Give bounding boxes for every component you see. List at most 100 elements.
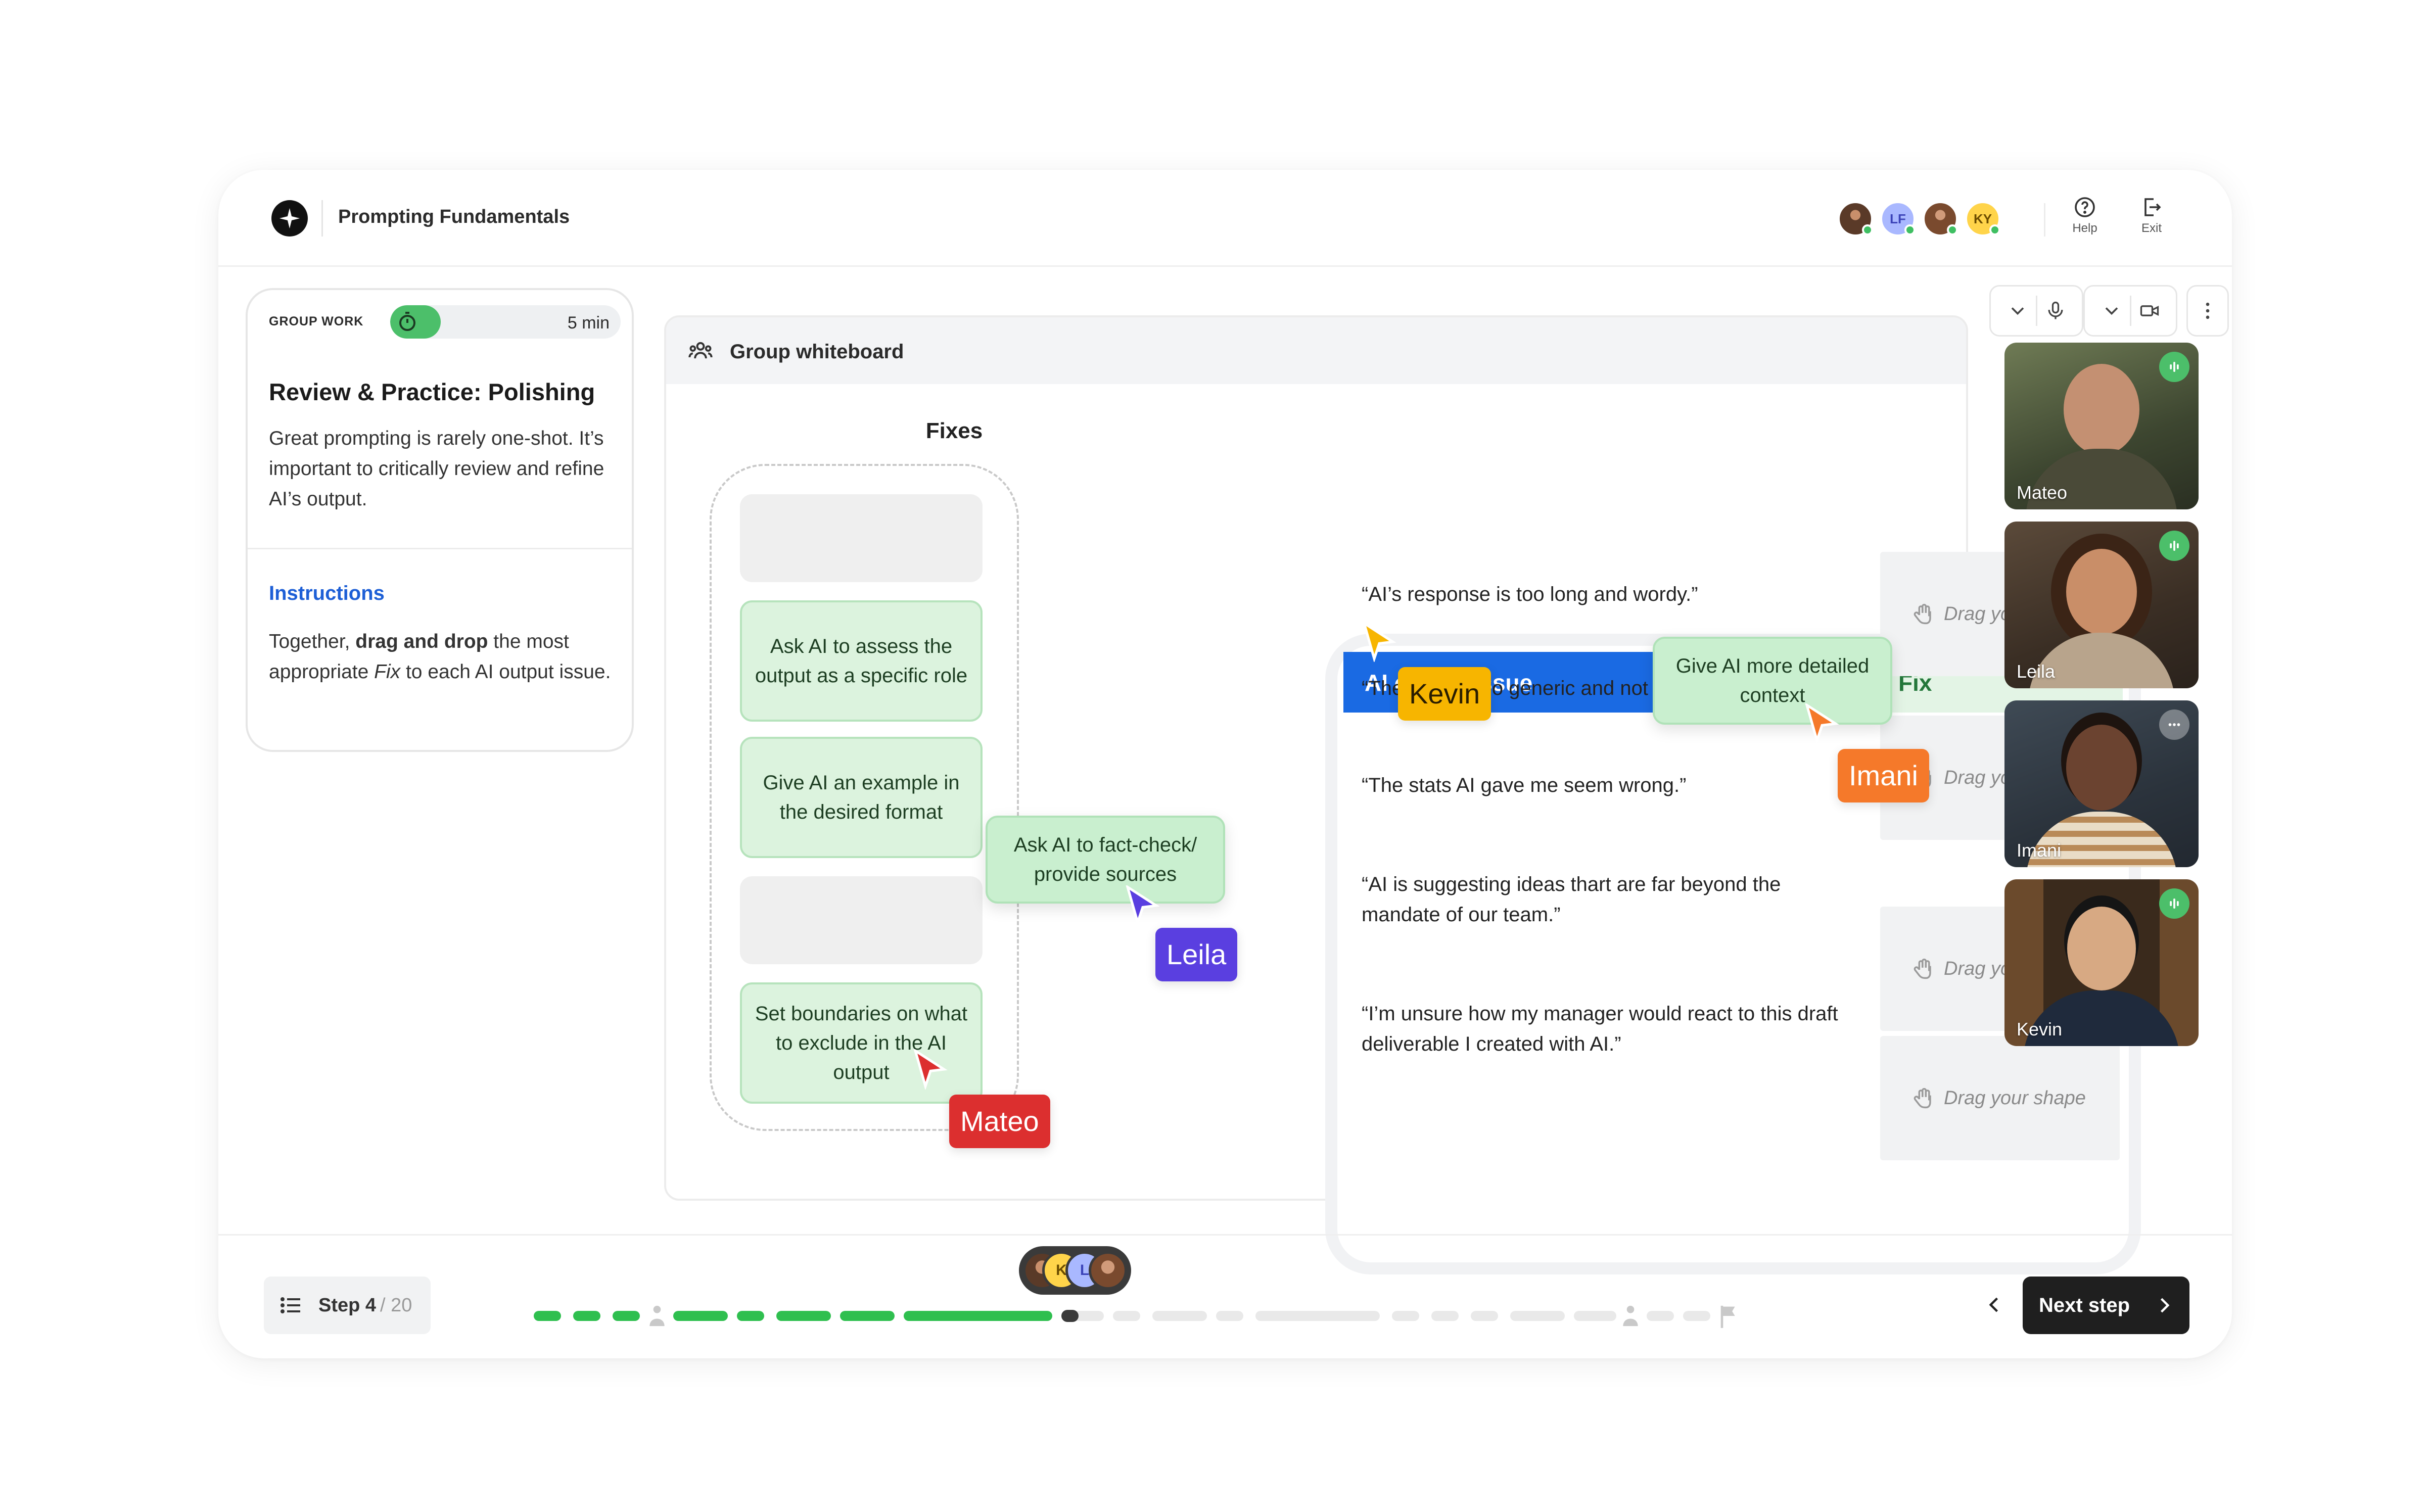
participant-name: Imani bbox=[2017, 840, 2062, 861]
person-icon bbox=[1623, 1305, 1638, 1327]
more-options-button[interactable] bbox=[2186, 285, 2229, 337]
progress-segment[interactable] bbox=[1392, 1311, 1419, 1321]
fix-drop-zone[interactable]: Drag your shape bbox=[1880, 1036, 2120, 1160]
video-tile[interactable]: Imani bbox=[2004, 700, 2199, 867]
participant-name: Mateo bbox=[2017, 482, 2068, 503]
cursor-pointer-icon bbox=[1362, 622, 1396, 662]
fix-chip[interactable]: Ask AI to assess the output as a specifi… bbox=[740, 600, 983, 722]
progress-segment[interactable] bbox=[673, 1311, 728, 1321]
progress-segment[interactable] bbox=[534, 1311, 561, 1321]
progress-segment[interactable] bbox=[1152, 1311, 1207, 1321]
drop-placeholder: Drag your shape bbox=[1944, 1087, 2086, 1109]
control-divider bbox=[2035, 296, 2037, 326]
card-divider bbox=[248, 548, 632, 549]
online-indicator bbox=[1904, 224, 1916, 235]
cursor-pointer-icon bbox=[1126, 885, 1160, 926]
online-indicator bbox=[1862, 224, 1873, 235]
progress-segment[interactable] bbox=[776, 1311, 831, 1321]
hand-icon bbox=[1914, 603, 1931, 625]
progress-segment[interactable] bbox=[573, 1311, 600, 1321]
avatar[interactable]: KY bbox=[1965, 201, 2000, 237]
progress-segment[interactable] bbox=[1683, 1311, 1710, 1321]
timer-text: 5 min bbox=[567, 313, 610, 333]
progress-segment[interactable] bbox=[904, 1311, 1052, 1321]
dragging-fix-chip[interactable]: Ask AI to fact-check/ provide sources bbox=[986, 816, 1225, 904]
progress-segment[interactable] bbox=[1216, 1311, 1243, 1321]
group-icon bbox=[688, 342, 713, 359]
whiteboard-title: Group whiteboard bbox=[730, 341, 904, 363]
activity-timer: 5 min bbox=[390, 305, 621, 339]
whiteboard-header: Group whiteboard bbox=[666, 317, 1966, 384]
progress-segment[interactable] bbox=[1647, 1311, 1674, 1321]
activity-description: Great prompting is rarely one-shot. It’s… bbox=[269, 428, 604, 510]
next-step-label: Next step bbox=[2039, 1294, 2130, 1316]
participant-video bbox=[2067, 907, 2136, 990]
progress-segment[interactable] bbox=[840, 1311, 895, 1321]
group-position-marker: K L bbox=[1019, 1246, 1131, 1295]
step-label: Step 4 bbox=[318, 1294, 377, 1316]
issue-text: “The stats AI gave me seem wrong.” bbox=[1362, 774, 1687, 796]
exit-label: Exit bbox=[2141, 221, 2162, 235]
participant-name: Leila bbox=[2017, 661, 2056, 682]
person-icon bbox=[649, 1305, 665, 1327]
instructions-heading: Instructions bbox=[269, 582, 385, 604]
participant-video bbox=[2064, 364, 2139, 455]
header-divider bbox=[2044, 203, 2045, 237]
progress-segment[interactable] bbox=[1113, 1311, 1140, 1321]
help-button[interactable]: Help bbox=[2062, 195, 2108, 235]
dragging-fix-chip[interactable]: Give AI more detailed context bbox=[1653, 637, 1892, 725]
instructions-italic: Fix bbox=[374, 661, 401, 683]
chevron-left-icon bbox=[1989, 1297, 1998, 1312]
header-divider bbox=[321, 200, 323, 237]
step-menu-button[interactable]: Step 4 / 20 bbox=[264, 1277, 431, 1334]
avatar[interactable] bbox=[1838, 201, 1873, 237]
course-title: Prompting Fundamentals bbox=[338, 206, 570, 227]
hand-icon bbox=[1914, 1088, 1931, 1109]
chevron-down-icon bbox=[2105, 307, 2118, 315]
current-step-marker bbox=[1061, 1310, 1079, 1322]
sparkle-icon bbox=[279, 208, 300, 229]
video-tile[interactable]: Kevin bbox=[2004, 879, 2199, 1046]
app-logo[interactable] bbox=[271, 200, 308, 237]
video-camera-icon bbox=[2140, 305, 2159, 316]
control-divider bbox=[2129, 296, 2131, 326]
microphone-icon bbox=[2048, 301, 2063, 319]
instructions-text: Together, drag and drop the most appropr… bbox=[269, 627, 618, 687]
avatar-initials: LF bbox=[1890, 211, 1906, 226]
camera-control[interactable] bbox=[2083, 285, 2177, 337]
progress-segment[interactable] bbox=[1510, 1311, 1565, 1321]
video-tile[interactable]: Leila bbox=[2004, 522, 2199, 688]
more-vertical-icon bbox=[2206, 302, 2210, 319]
next-step-button[interactable]: Next step bbox=[2023, 1277, 2189, 1334]
cursor-label: Mateo bbox=[949, 1095, 1050, 1148]
video-tile[interactable]: Mateo bbox=[2004, 343, 2199, 509]
avatar[interactable] bbox=[1923, 201, 1958, 237]
microphone-control[interactable] bbox=[1989, 285, 2083, 337]
speaking-indicator-icon bbox=[2159, 888, 2189, 919]
stopwatch-icon bbox=[399, 312, 415, 331]
progress-segment[interactable] bbox=[613, 1311, 640, 1321]
cursor-pointer-icon bbox=[1805, 703, 1839, 744]
empty-fix-slot bbox=[740, 494, 983, 582]
progress-segment[interactable] bbox=[1255, 1311, 1380, 1321]
finish-flag-icon bbox=[1720, 1305, 1735, 1328]
progress-segment[interactable] bbox=[1471, 1311, 1498, 1321]
exit-icon bbox=[2144, 198, 2161, 216]
activity-card: GROUP WORK 5 min Review & Practice: Poli… bbox=[246, 288, 634, 752]
participant-video bbox=[2066, 725, 2137, 811]
fix-chip[interactable]: Give AI an example in the desired format bbox=[740, 737, 983, 858]
previous-step-button[interactable] bbox=[1974, 1280, 2015, 1330]
participant-video bbox=[2066, 549, 2137, 635]
progress-segment[interactable] bbox=[737, 1311, 764, 1321]
exit-button[interactable]: Exit bbox=[2129, 195, 2174, 235]
footer-divider bbox=[218, 1234, 2232, 1236]
instructions-part: to each AI output issue. bbox=[400, 661, 611, 683]
instructions-bold: drag and drop bbox=[355, 631, 488, 652]
progress-segment[interactable] bbox=[1431, 1311, 1459, 1321]
progress-segment[interactable] bbox=[1574, 1311, 1616, 1321]
empty-fix-slot bbox=[740, 876, 983, 964]
step-total: / 20 bbox=[380, 1294, 412, 1316]
avatar[interactable]: LF bbox=[1880, 201, 1916, 237]
fixes-title: Fixes bbox=[925, 418, 983, 443]
chevron-right-icon bbox=[2160, 1298, 2170, 1313]
